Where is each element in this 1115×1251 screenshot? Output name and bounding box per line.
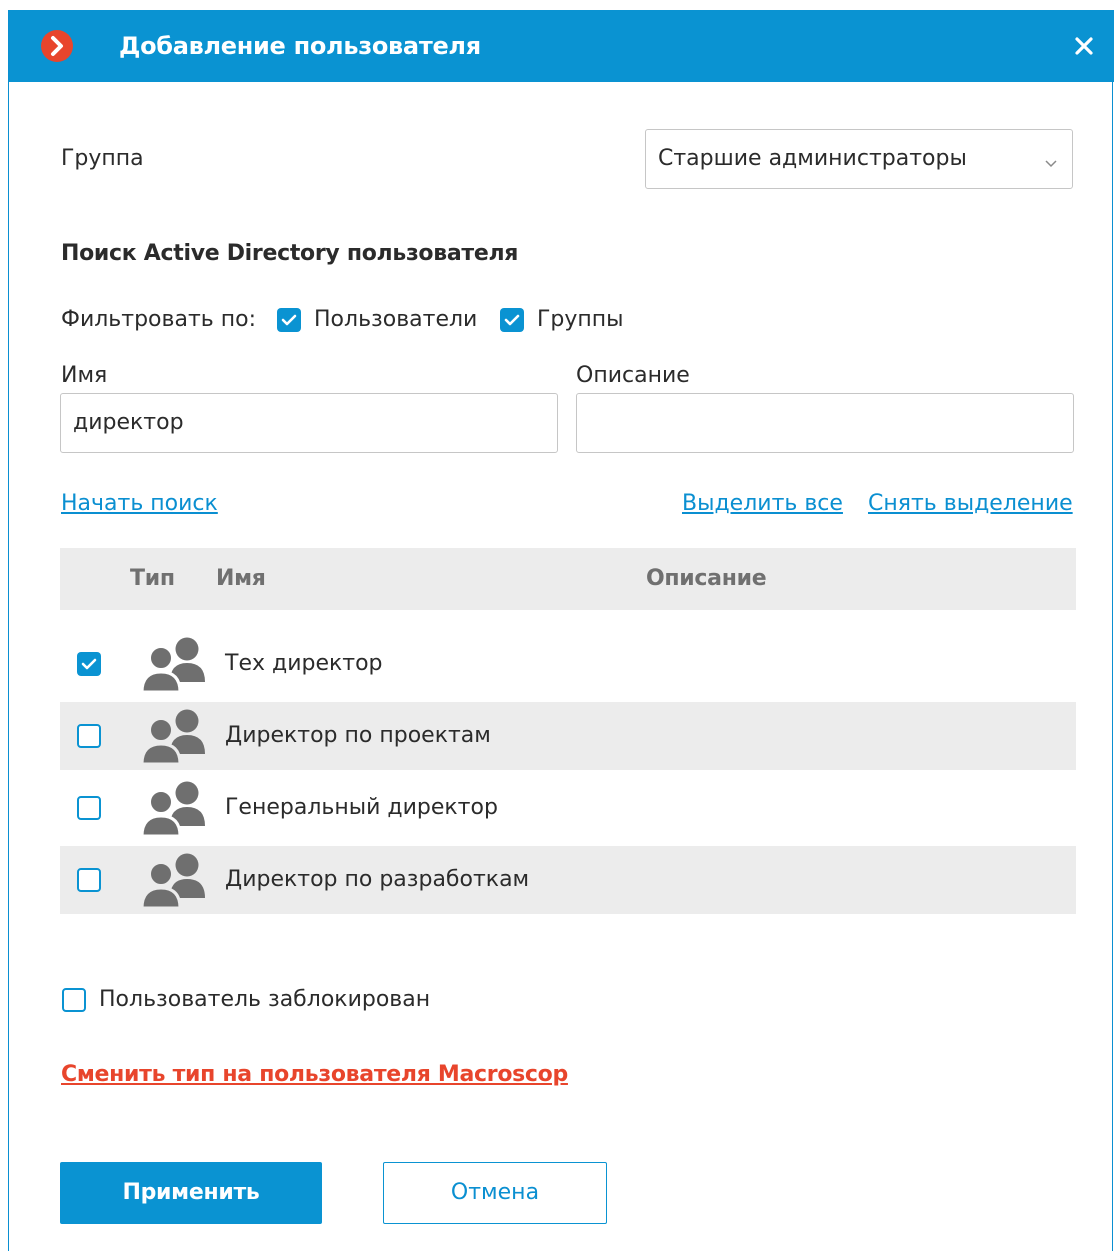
filter-groups-label: Группы	[537, 307, 624, 332]
results-table-header: Тип Имя Описание	[60, 548, 1076, 610]
select-all-link[interactable]: Выделить все	[682, 490, 843, 518]
row-checkbox[interactable]	[77, 868, 101, 892]
start-search-link[interactable]: Начать поиск	[61, 490, 218, 518]
apply-button[interactable]: Применить	[60, 1162, 322, 1224]
change-type-link[interactable]: Сменить тип на пользователя Macroscop	[61, 1061, 568, 1089]
users-group-icon	[138, 848, 208, 916]
row-name: Директор по разработкам	[225, 867, 530, 892]
table-row[interactable]: Директор по разработкам	[60, 846, 1076, 914]
filter-label: Фильтровать по:	[61, 307, 256, 332]
column-type[interactable]: Тип	[130, 565, 175, 593]
add-user-dialog: Добавление пользователя Группа Старшие а…	[8, 10, 1114, 1251]
row-checkbox[interactable]	[77, 652, 101, 676]
row-name: Тех директор	[225, 651, 383, 676]
users-group-icon	[138, 776, 208, 844]
row-name: Генеральный директор	[225, 795, 498, 820]
cancel-button[interactable]: Отмена	[383, 1162, 607, 1224]
description-label: Описание	[576, 363, 690, 388]
close-icon[interactable]	[1066, 28, 1102, 64]
users-group-icon	[138, 632, 208, 700]
deselect-link[interactable]: Снять выделение	[868, 490, 1073, 518]
filter-users-checkbox[interactable]	[277, 308, 301, 332]
filter-users-label: Пользователи	[314, 307, 478, 332]
dialog-title: Добавление пользователя	[119, 32, 481, 60]
table-row[interactable]: Тех директор	[60, 630, 1076, 698]
column-name[interactable]: Имя	[216, 565, 266, 593]
user-blocked-label: Пользователь заблокирован	[99, 987, 431, 1012]
chevron-down-icon	[1044, 154, 1058, 173]
table-row[interactable]: Генеральный директор	[60, 774, 1076, 842]
description-input[interactable]	[576, 393, 1074, 453]
user-blocked-checkbox[interactable]	[62, 988, 86, 1012]
table-row[interactable]: Директор по проектам	[60, 702, 1076, 770]
name-input-value: директор	[73, 410, 184, 435]
column-description[interactable]: Описание	[646, 565, 767, 593]
app-logo-icon	[41, 30, 73, 62]
group-label: Группа	[61, 146, 144, 171]
row-checkbox[interactable]	[77, 796, 101, 820]
ad-search-title: Поиск Active Directory пользователя	[61, 241, 519, 266]
group-select[interactable]: Старшие администраторы	[645, 129, 1073, 189]
name-label: Имя	[61, 363, 108, 388]
group-select-value: Старшие администраторы	[658, 146, 967, 171]
row-name: Директор по проектам	[225, 723, 491, 748]
name-input[interactable]: директор	[60, 393, 558, 453]
row-checkbox[interactable]	[77, 724, 101, 748]
filter-groups-checkbox[interactable]	[500, 308, 524, 332]
users-group-icon	[138, 704, 208, 772]
dialog-titlebar: Добавление пользователя	[9, 10, 1114, 82]
